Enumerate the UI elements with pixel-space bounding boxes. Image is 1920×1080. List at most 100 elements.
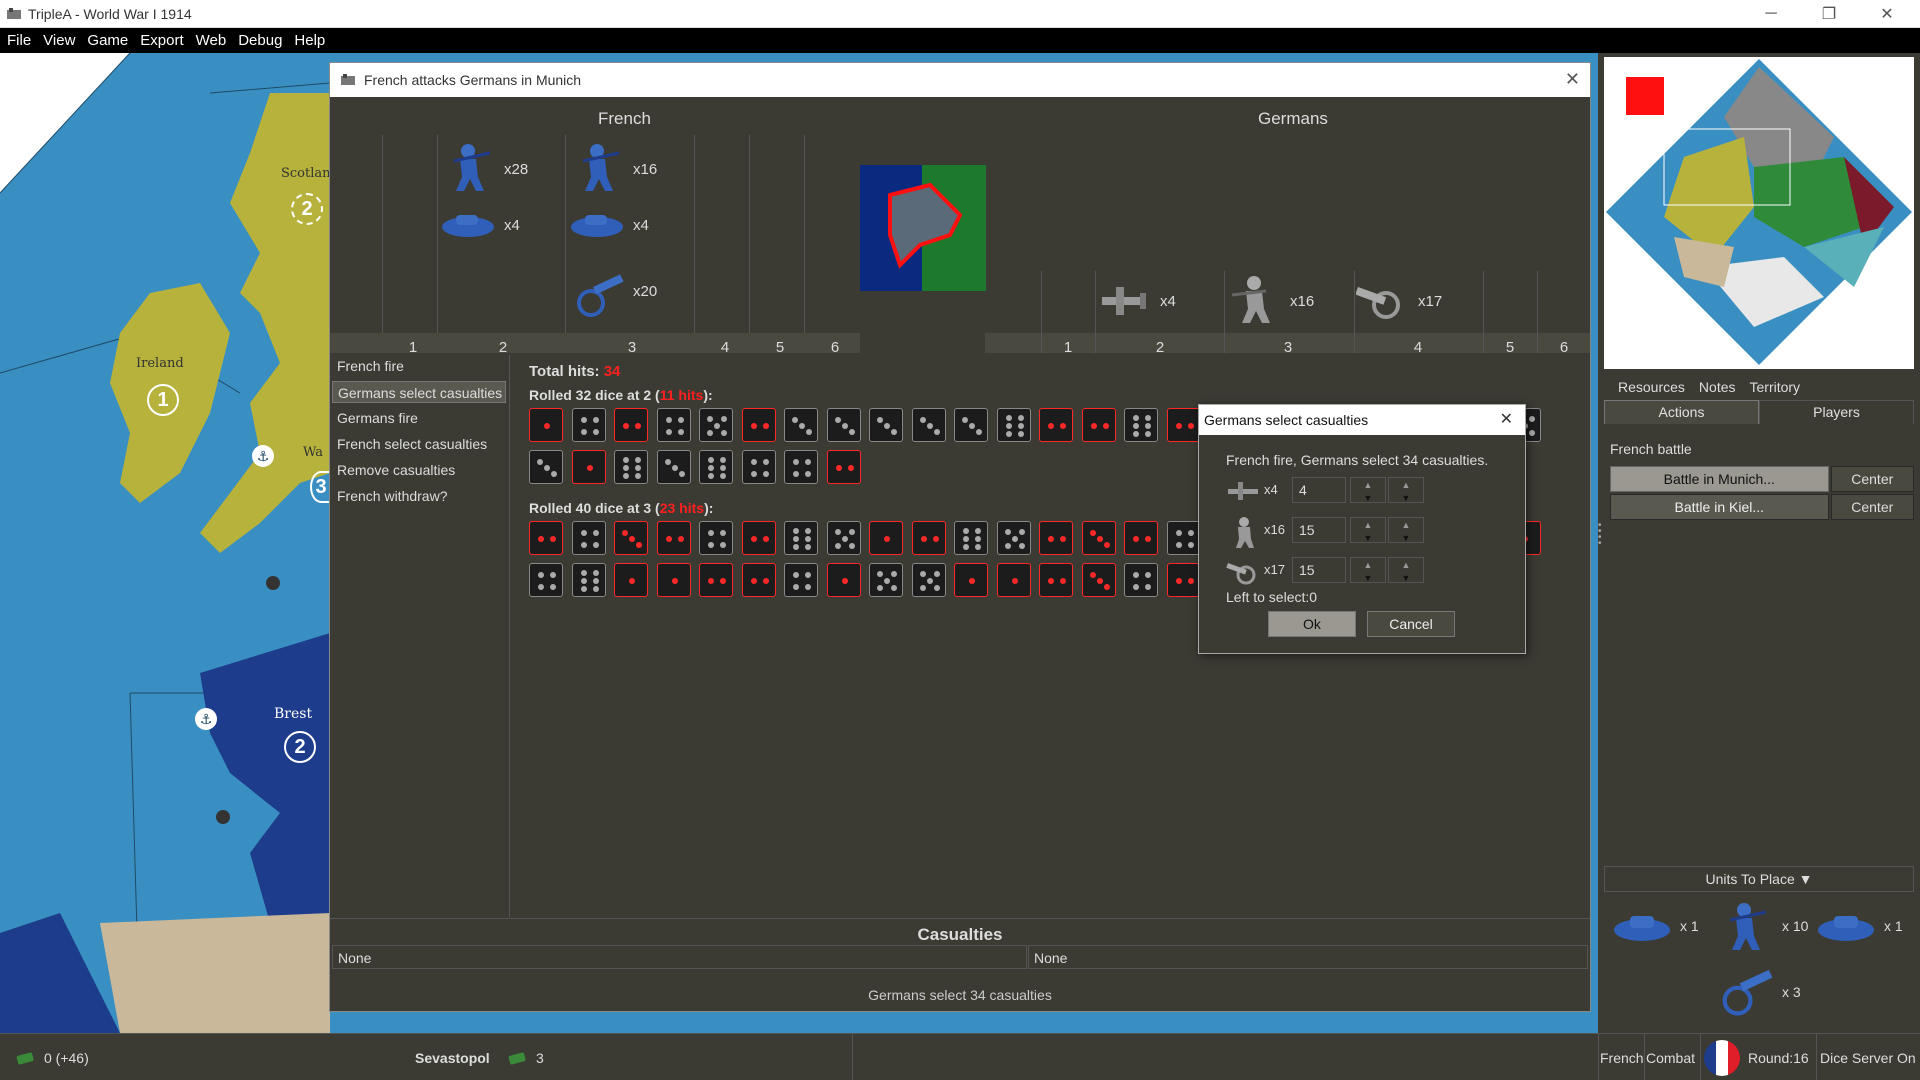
die-pip bbox=[664, 459, 671, 465]
die-pip bbox=[884, 423, 890, 429]
place-unit-item[interactable]: x 10 bbox=[1714, 898, 1808, 954]
spin-up-icon[interactable]: ▲ bbox=[1351, 558, 1385, 571]
dialog-message: French fire, Germans select 34 casualtie… bbox=[1226, 452, 1489, 468]
casualty-value-input[interactable]: 4 bbox=[1292, 477, 1346, 503]
tab-resources[interactable]: Resources bbox=[1618, 379, 1685, 399]
attacker-column-number: 4 bbox=[720, 339, 730, 356]
battle-munich-button[interactable]: Battle in Munich... bbox=[1610, 466, 1829, 492]
die-pip bbox=[926, 423, 933, 429]
die-hit bbox=[529, 408, 563, 442]
tab-players[interactable]: Players bbox=[1759, 400, 1914, 424]
spin-down-icon[interactable]: ▼ bbox=[1389, 531, 1423, 544]
status-divider bbox=[1816, 1034, 1817, 1080]
tab-territory[interactable]: Territory bbox=[1750, 379, 1801, 399]
spin-up-icon[interactable]: ▲ bbox=[1351, 478, 1385, 491]
step-germans-fire[interactable]: Germans fire bbox=[332, 407, 506, 429]
attacker-casualties: None bbox=[332, 945, 1027, 969]
units-to-place-toggle[interactable]: Units To Place ▼ bbox=[1604, 866, 1914, 892]
die-pip bbox=[580, 530, 587, 536]
menu-web[interactable]: Web bbox=[196, 32, 227, 49]
tab-notes[interactable]: Notes bbox=[1699, 379, 1736, 399]
cancel-button[interactable]: Cancel bbox=[1367, 611, 1455, 637]
die-pip bbox=[1187, 423, 1194, 429]
die-pip bbox=[714, 423, 720, 429]
die-pip bbox=[708, 473, 714, 479]
die-pip bbox=[1175, 542, 1182, 548]
die-miss bbox=[571, 563, 606, 597]
die-miss bbox=[1124, 563, 1158, 597]
place-unit-item[interactable]: x 1 bbox=[1816, 908, 1903, 944]
ok-button[interactable]: Ok bbox=[1268, 611, 1356, 637]
die-pip bbox=[707, 430, 713, 436]
die-pip bbox=[551, 471, 557, 477]
tank-icon bbox=[1614, 916, 1670, 941]
die-hit bbox=[699, 563, 733, 597]
die-pip bbox=[580, 578, 587, 584]
die-pip bbox=[1048, 423, 1054, 429]
die-hit bbox=[826, 450, 861, 484]
max-spinner[interactable]: ▲ ▼ bbox=[1388, 557, 1424, 583]
spin-up-icon[interactable]: ▲ bbox=[1389, 518, 1423, 531]
die-pip bbox=[665, 417, 672, 423]
max-spinner[interactable]: ▲ ▼ bbox=[1388, 477, 1424, 503]
battle-kiel-button[interactable]: Battle in Kiel... bbox=[1610, 494, 1829, 520]
close-icon[interactable]: ✕ bbox=[1500, 405, 1513, 435]
step-germans-select-casualties[interactable]: Germans select casualties bbox=[332, 381, 506, 403]
attacker-column-number: 5 bbox=[775, 339, 785, 356]
menu-export[interactable]: Export bbox=[140, 32, 183, 49]
close-icon[interactable]: ✕ bbox=[1565, 69, 1580, 90]
menu-file[interactable]: File bbox=[7, 32, 31, 49]
current-phase: Combat bbox=[1646, 1049, 1696, 1066]
die-pip bbox=[550, 584, 556, 590]
minimap[interactable] bbox=[1604, 57, 1914, 369]
unit-count: x 10 bbox=[1782, 918, 1809, 934]
place-unit-item[interactable]: x 3 bbox=[1714, 968, 1801, 1016]
spin-down-icon[interactable]: ▼ bbox=[1351, 531, 1385, 544]
column-divider bbox=[382, 135, 383, 353]
roll2-prefix: Rolled 40 dice at 3 ( bbox=[529, 500, 660, 516]
center-kiel-button[interactable]: Center bbox=[1830, 494, 1914, 520]
spin-up-icon[interactable]: ▲ bbox=[1351, 518, 1385, 531]
minimize-button[interactable]: ─ bbox=[1742, 0, 1800, 28]
step-french-withdraw[interactable]: French withdraw? bbox=[332, 485, 506, 507]
unit-count: x17 bbox=[1264, 562, 1285, 577]
max-spinner[interactable]: ▲ ▼ bbox=[1388, 517, 1424, 543]
casualty-value-input[interactable]: 15 bbox=[1292, 517, 1346, 543]
roll1-suffix: ): bbox=[703, 387, 713, 403]
step-french-select-casualties[interactable]: French select casualties bbox=[332, 433, 506, 455]
casualty-value-input[interactable]: 15 bbox=[1292, 557, 1346, 583]
die-miss bbox=[699, 521, 733, 555]
die-hit bbox=[826, 563, 861, 597]
unit-count: x4 bbox=[1264, 482, 1278, 497]
increment-spinner[interactable]: ▲ ▼ bbox=[1350, 477, 1386, 503]
step-remove-casualties[interactable]: Remove casualties bbox=[332, 459, 506, 481]
die-pip bbox=[708, 578, 714, 584]
spin-down-icon[interactable]: ▼ bbox=[1389, 571, 1423, 584]
spin-down-icon[interactable]: ▼ bbox=[1351, 491, 1385, 504]
spin-down-icon[interactable]: ▼ bbox=[1351, 571, 1385, 584]
tab-actions[interactable]: Actions bbox=[1604, 400, 1759, 424]
close-window-button[interactable]: ✕ bbox=[1858, 0, 1916, 28]
die-pip bbox=[1004, 529, 1011, 535]
menu-help[interactable]: Help bbox=[294, 32, 325, 49]
roll2-hits: 23 hits bbox=[659, 500, 705, 516]
increment-spinner[interactable]: ▲ ▼ bbox=[1350, 557, 1386, 583]
menu-view[interactable]: View bbox=[43, 32, 75, 49]
center-munich-button[interactable]: Center bbox=[1830, 466, 1914, 492]
place-unit-item[interactable]: x 1 bbox=[1612, 908, 1699, 944]
unit-count: x 3 bbox=[1782, 984, 1801, 1000]
menu-game[interactable]: Game bbox=[87, 32, 128, 49]
die-pip bbox=[848, 543, 855, 549]
spin-up-icon[interactable]: ▲ bbox=[1389, 478, 1423, 491]
step-french-fire[interactable]: French fire bbox=[332, 355, 506, 377]
menu-debug[interactable]: Debug bbox=[238, 32, 282, 49]
increment-spinner[interactable]: ▲ ▼ bbox=[1350, 517, 1386, 543]
spin-up-icon[interactable]: ▲ bbox=[1389, 558, 1423, 571]
infantry-icon bbox=[582, 144, 620, 191]
panel-resize-handle[interactable]: • • • • bbox=[1598, 521, 1604, 563]
die-pip bbox=[762, 536, 769, 542]
restore-button[interactable]: ❐ bbox=[1800, 0, 1858, 28]
die-pip bbox=[793, 528, 799, 534]
spin-down-icon[interactable]: ▼ bbox=[1389, 491, 1423, 504]
defender-casualties: None bbox=[1028, 945, 1588, 969]
